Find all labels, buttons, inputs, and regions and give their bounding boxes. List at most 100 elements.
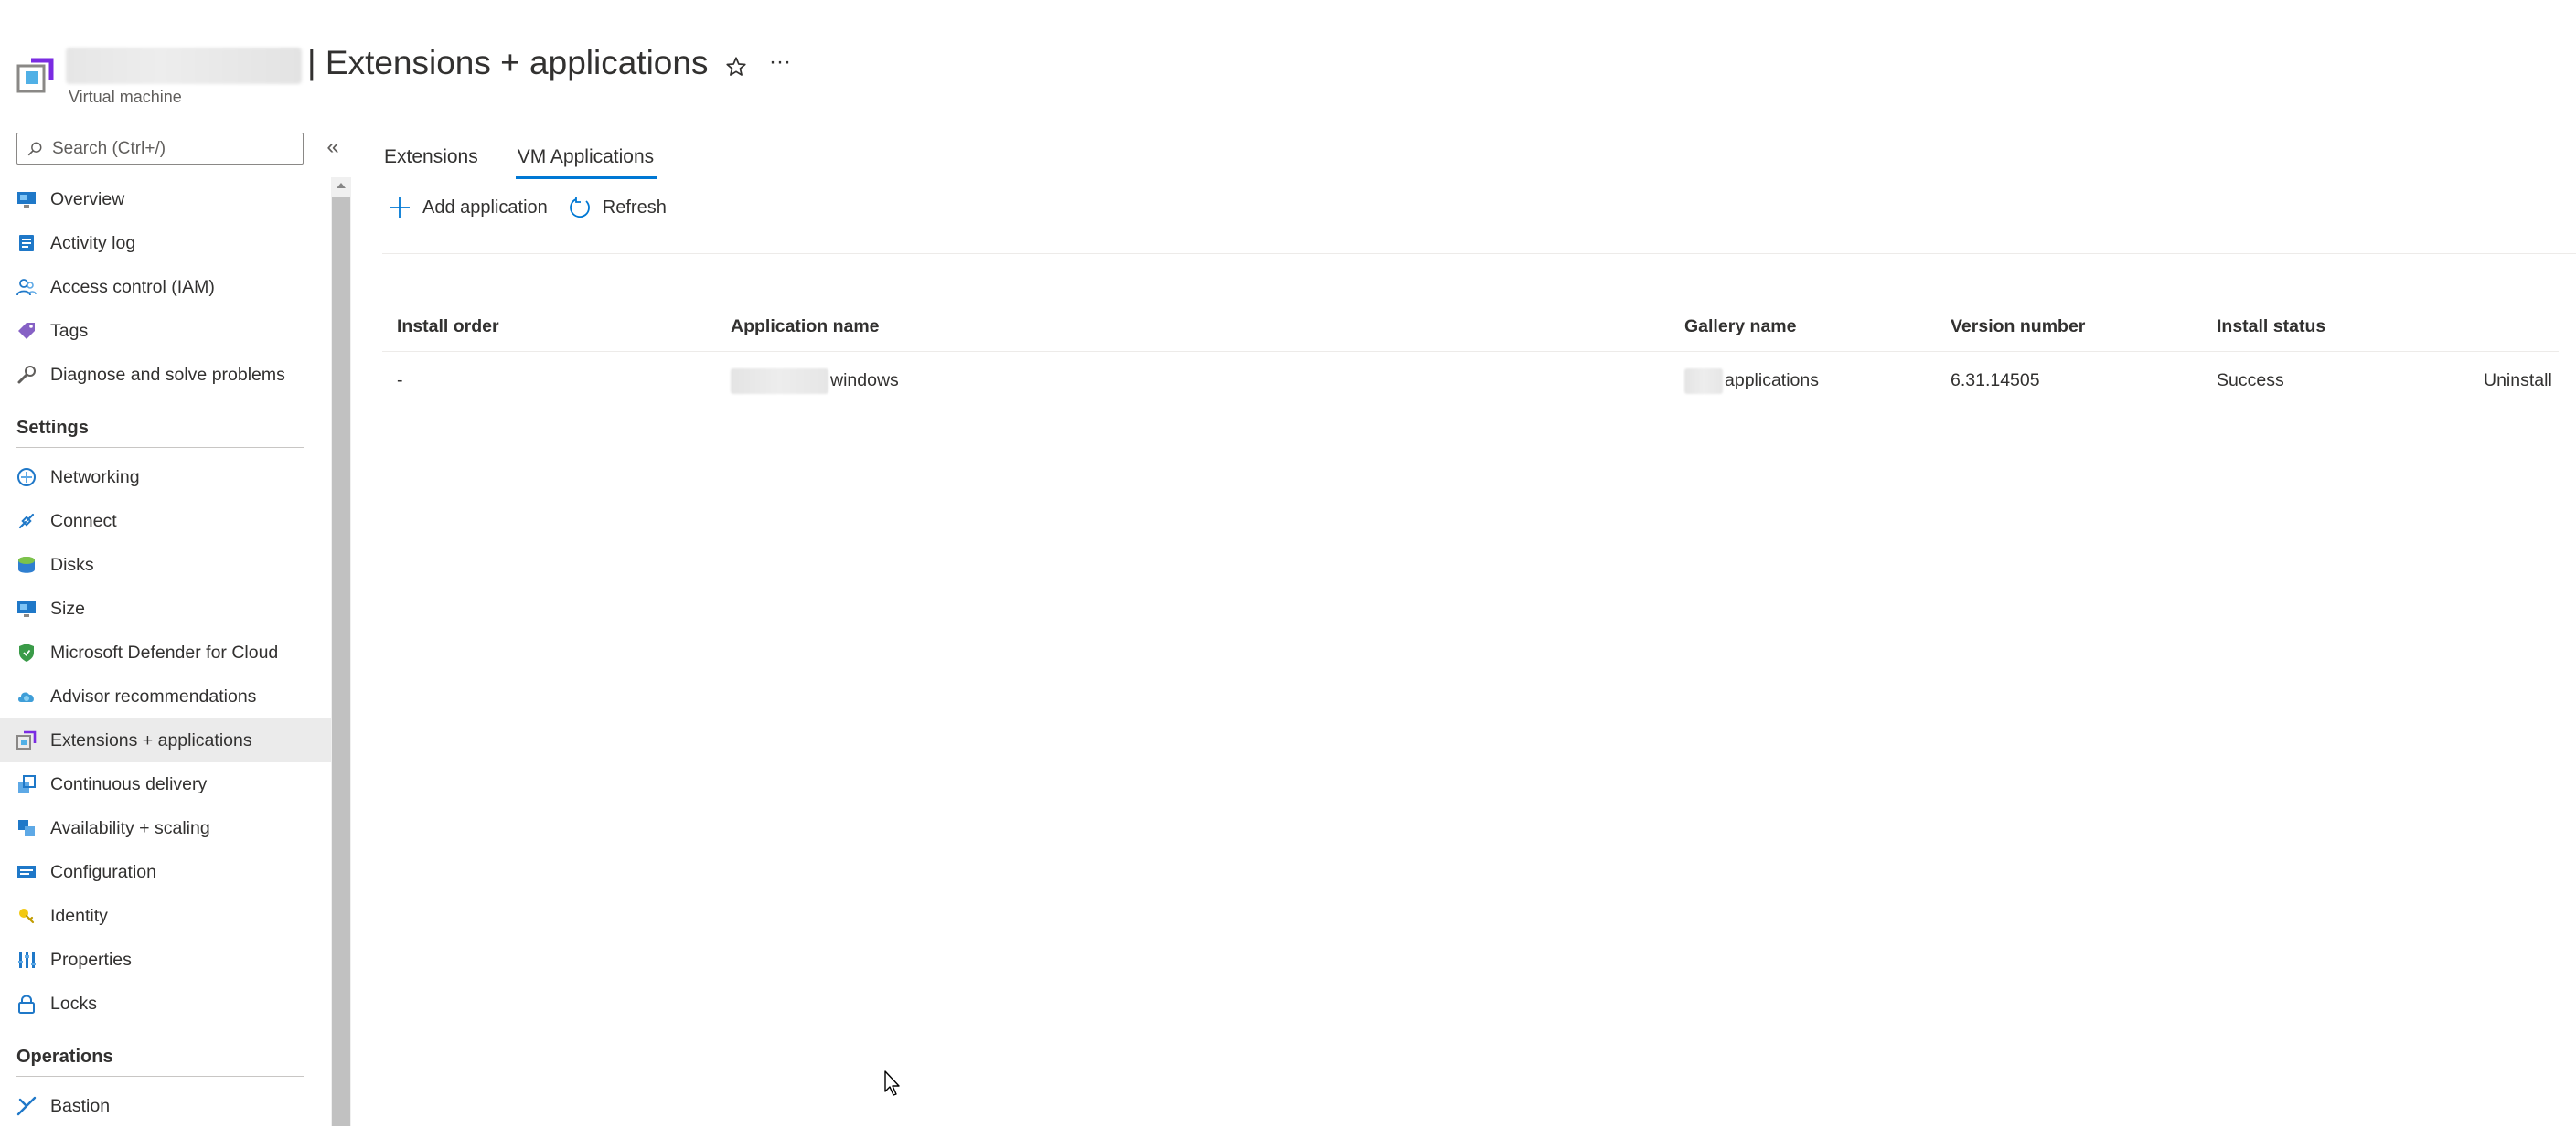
add-application-label: Add application: [422, 197, 548, 218]
people-icon: [16, 279, 37, 296]
table-row: - windows applications 6.31.14505 Succes…: [382, 352, 2559, 410]
column-header-application-name[interactable]: Application name: [731, 302, 880, 351]
delivery-icon: [18, 775, 36, 793]
vm-applications-table: Install order Application name Gallery n…: [382, 302, 2576, 410]
sidebar-item-availability-scaling[interactable]: Availability + scaling: [0, 806, 331, 850]
mouse-cursor-icon: [884, 1070, 900, 1096]
sidebar-item-label: Tags: [50, 320, 89, 341]
sidebar-item-locks[interactable]: Locks: [0, 982, 331, 1026]
sidebar-item-continuous-delivery[interactable]: Continuous delivery: [0, 762, 331, 806]
page-title: | Extensions + applications: [307, 44, 709, 81]
tag-icon: [18, 323, 35, 339]
application-name-text: windows: [830, 370, 899, 390]
redacted-vm-name: [66, 48, 302, 84]
tab-vm-applications[interactable]: VM Applications: [515, 146, 657, 179]
networking-icon: [17, 468, 36, 486]
refresh-button[interactable]: Refresh: [568, 196, 667, 219]
blade-header: | Extensions + applications Virtual mach…: [0, 0, 2576, 119]
sidebar-item-label: Overview: [50, 188, 125, 209]
page-subtitle: Virtual machine: [69, 88, 182, 106]
sidebar-item-label: Extensions + applications: [50, 729, 252, 750]
size-monitor-icon: [17, 601, 36, 617]
sidebar-item-bastion[interactable]: Bastion: [0, 1084, 331, 1128]
connect-icon: [18, 513, 35, 529]
sidebar-item-diagnose[interactable]: Diagnose and solve problems: [0, 353, 331, 397]
search-input[interactable]: [50, 137, 297, 160]
cell-gallery-name: applications: [1684, 352, 1819, 410]
bastion-icon: [16, 1096, 37, 1116]
sidebar-item-advisor[interactable]: Advisor recommendations: [0, 675, 331, 718]
scrollbar-thumb[interactable]: [332, 197, 350, 1126]
cell-install-status: Success: [2217, 370, 2284, 390]
sidebar-item-label: Locks: [50, 993, 97, 1014]
sidebar-item-label: Configuration: [50, 861, 156, 882]
gallery-name-text: applications: [1725, 370, 1819, 390]
wrench-icon: [17, 366, 36, 384]
column-header-version-number[interactable]: Version number: [1951, 302, 2085, 351]
advisor-cloud-icon: [18, 692, 34, 702]
configuration-icon: [17, 866, 36, 878]
sidebar-item-label: Properties: [50, 949, 132, 970]
sidebar-item-properties[interactable]: Properties: [0, 938, 331, 982]
sidebar-section-operations: Operations: [0, 1026, 331, 1077]
sidebar-item-label: Microsoft Defender for Cloud: [50, 642, 279, 663]
table-header-row: Install order Application name Gallery n…: [382, 302, 2559, 352]
scroll-up-arrow-icon[interactable]: [331, 177, 351, 196]
scaling-icon: [18, 820, 35, 836]
sidebar-item-defender[interactable]: Microsoft Defender for Cloud: [0, 631, 331, 675]
column-header-gallery-name[interactable]: Gallery name: [1684, 302, 1796, 351]
identity-key-icon: [19, 909, 35, 924]
sidebar-item-label: Diagnose and solve problems: [50, 364, 285, 385]
more-options-icon[interactable]: ···: [766, 51, 794, 80]
disks-icon: [18, 557, 35, 573]
add-application-button[interactable]: Add application: [388, 196, 548, 219]
sidebar-item-disks[interactable]: Disks: [0, 543, 331, 587]
refresh-icon: [569, 197, 590, 218]
sidebar-item-extensions-applications[interactable]: Extensions + applications: [0, 718, 331, 762]
sidebar-item-activity-log[interactable]: Activity log: [0, 221, 331, 265]
sidebar-item-access-control[interactable]: Access control (IAM): [0, 265, 331, 309]
uninstall-link[interactable]: Uninstall: [2484, 352, 2552, 410]
sidebar-item-label: Disks: [50, 554, 94, 575]
lock-icon: [18, 995, 35, 1014]
sidebar-item-overview[interactable]: Overview: [0, 177, 331, 221]
sidebar-item-label: Connect: [50, 510, 117, 531]
sidebar-item-connect[interactable]: Connect: [0, 499, 331, 543]
redacted-app-prefix: [731, 367, 828, 394]
tab-extensions[interactable]: Extensions: [384, 146, 478, 179]
sidebar-item-configuration[interactable]: Configuration: [0, 850, 331, 894]
command-bar: Add application Refresh: [388, 196, 687, 219]
sidebar-item-label: Availability + scaling: [50, 817, 210, 838]
sidebar-item-label: Bastion: [50, 1095, 111, 1116]
sidebar-search[interactable]: [16, 133, 304, 165]
properties-icon: [18, 952, 36, 968]
sidebar-item-tags[interactable]: Tags: [0, 309, 331, 353]
sidebar-item-label: Activity log: [50, 232, 136, 253]
plus-icon: [390, 197, 410, 218]
column-header-install-status[interactable]: Install status: [2217, 302, 2325, 351]
sidebar-section-settings: Settings: [0, 397, 331, 448]
cell-application-name: windows: [731, 352, 899, 410]
sidebar-item-identity[interactable]: Identity: [0, 894, 331, 938]
sidebar-item-label: Advisor recommendations: [50, 686, 257, 707]
sidebar-item-label: Continuous delivery: [50, 773, 208, 794]
sidebar-item-label: Networking: [50, 466, 140, 487]
sidebar-nav: Overview Activity log Access control (IA…: [0, 177, 331, 1128]
sidebar-item-size[interactable]: Size: [0, 587, 331, 631]
sidebar-scrollbar[interactable]: [331, 177, 351, 1126]
extensions-icon: [16, 730, 37, 750]
toolbar-divider: [382, 253, 2576, 254]
favorite-star-icon[interactable]: [724, 55, 748, 79]
column-header-install-order[interactable]: Install order: [397, 302, 499, 351]
sidebar-item-networking[interactable]: Networking: [0, 455, 331, 499]
cell-version-number: 6.31.14505: [1951, 370, 2040, 390]
search-icon: [27, 142, 42, 155]
activity-log-icon: [19, 235, 34, 251]
cell-install-order: -: [397, 370, 403, 390]
redacted-gallery-prefix: [1684, 367, 1723, 394]
collapse-sidebar-button[interactable]: «: [322, 135, 344, 161]
shield-icon: [19, 644, 34, 662]
sidebar-item-label: Identity: [50, 905, 108, 926]
extensions-resource-icon: [16, 58, 54, 93]
refresh-label: Refresh: [602, 197, 667, 218]
